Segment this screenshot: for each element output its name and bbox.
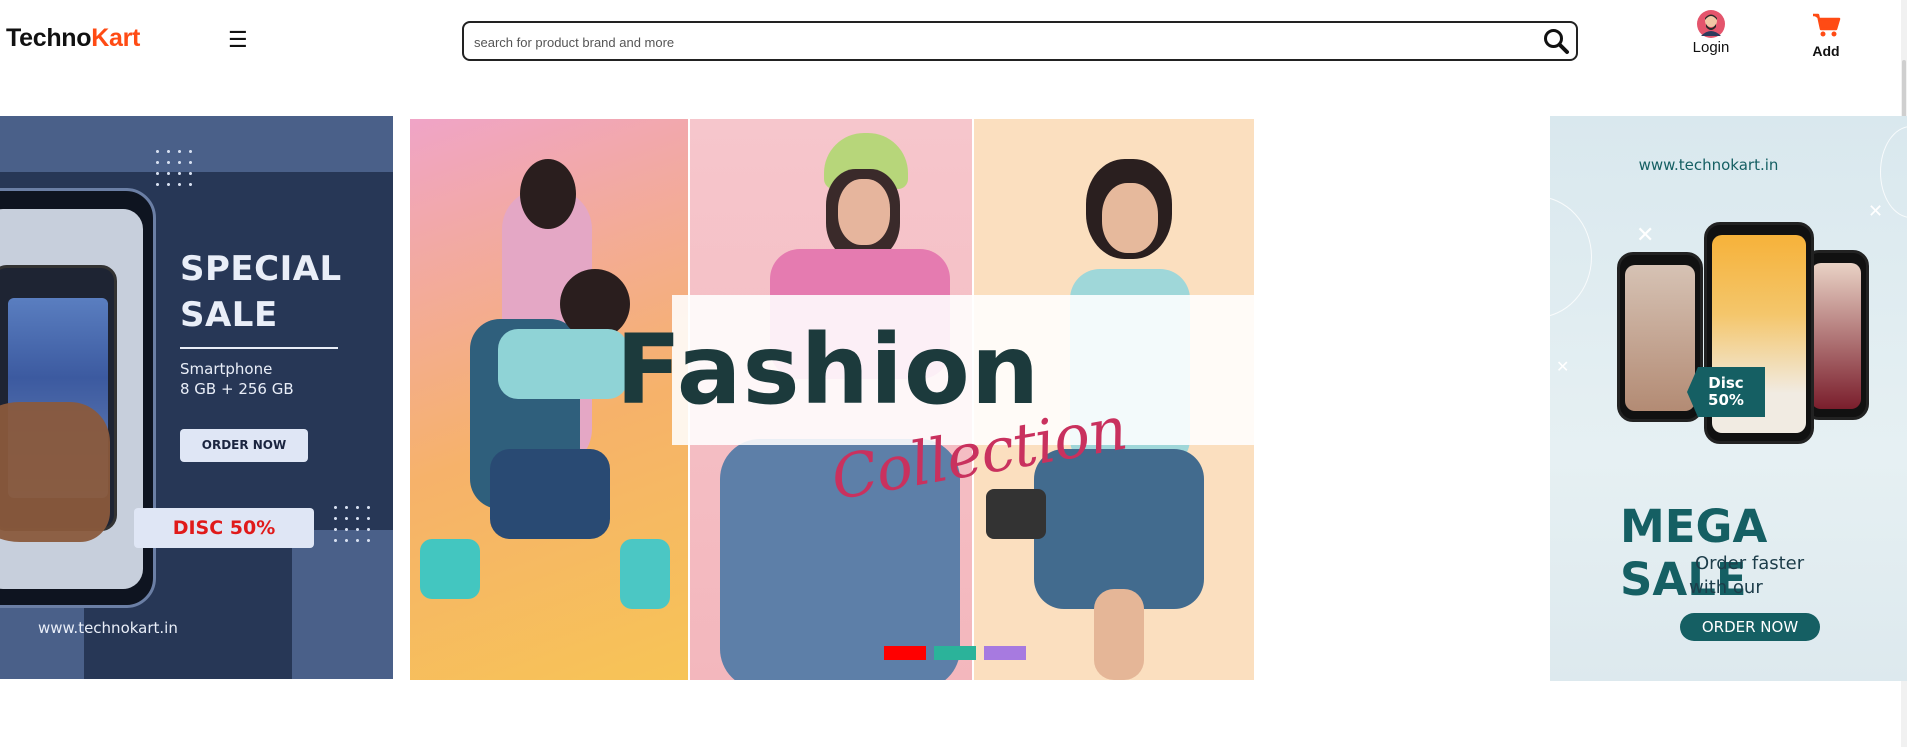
logo-text-primary: Techno <box>6 24 92 52</box>
discount-badge: DISC 50% <box>134 508 314 548</box>
cross-decor: ✕ <box>1868 201 1884 221</box>
product-details: Smartphone 8 GB + 256 GB <box>180 359 294 399</box>
product-name: Smartphone <box>180 360 273 378</box>
order-now-button[interactable]: ORDER NOW <box>1680 613 1820 641</box>
banner-decor-stripe <box>0 116 393 172</box>
banner-url: www.technokart.in <box>1638 156 1779 174</box>
special-sale-banner[interactable]: SPECIAL SALE Smartphone 8 GB + 256 GB OR… <box>0 116 393 679</box>
divider <box>180 347 338 349</box>
banner-url: www.technokart.in <box>38 619 178 637</box>
order-now-button[interactable]: ORDER NOW <box>180 429 308 462</box>
tagline-line-2: with our <box>1689 577 1763 598</box>
mega-sale-banner[interactable]: ✕ ✕ ✕ www.technokart.in Disc 50% MEGA SA… <box>1550 116 1907 681</box>
heading-line-1: SPECIAL <box>180 249 342 289</box>
badge-line-1: Disc <box>1708 374 1744 392</box>
carousel-indicators <box>884 646 1026 660</box>
login-button[interactable]: Login <box>1688 10 1734 56</box>
hand-image <box>0 402 110 542</box>
tagline-line-1: Order faster <box>1695 553 1805 574</box>
carousel-indicator-3[interactable] <box>984 646 1026 660</box>
dot-pattern-decor <box>330 502 374 550</box>
product-specs: 8 GB + 256 GB <box>180 380 294 398</box>
cart-label: Add <box>1812 43 1840 59</box>
search-input[interactable] <box>472 31 1516 53</box>
login-label: Login <box>1692 39 1730 56</box>
fashion-collection-slide[interactable]: Fashion Collection <box>410 119 1254 680</box>
logo-text-accent: Kart <box>91 24 141 52</box>
discount-badge: Disc 50% <box>1687 367 1765 417</box>
hamburger-menu-icon[interactable]: ☰ <box>228 29 248 51</box>
carousel-indicator-2[interactable] <box>934 646 976 660</box>
cross-decor: ✕ <box>1636 222 1655 247</box>
cross-decor: ✕ <box>1556 359 1570 376</box>
circle-decor <box>1550 196 1592 318</box>
top-navbar: TechnoKart ☰ Login Add <box>0 0 1907 90</box>
heading-line-2: SALE <box>180 295 278 335</box>
fashion-title-text: Fashion <box>615 314 1041 426</box>
search-icon[interactable] <box>1542 27 1570 55</box>
fashion-title: Fashion <box>410 295 1254 445</box>
smartphone-image <box>0 188 156 608</box>
dot-pattern-decor <box>152 146 196 194</box>
badge-line-2: 50% <box>1708 391 1744 409</box>
user-avatar-icon <box>1697 10 1725 38</box>
shopping-cart-icon <box>1813 13 1841 37</box>
cart-button[interactable]: Add <box>1806 12 1846 59</box>
site-logo[interactable]: TechnoKart <box>6 24 140 53</box>
special-sale-heading: SPECIAL SALE <box>180 246 342 338</box>
banner-decor-block <box>292 530 393 679</box>
search-bar <box>462 21 1578 61</box>
carousel-indicator-1[interactable] <box>884 646 926 660</box>
